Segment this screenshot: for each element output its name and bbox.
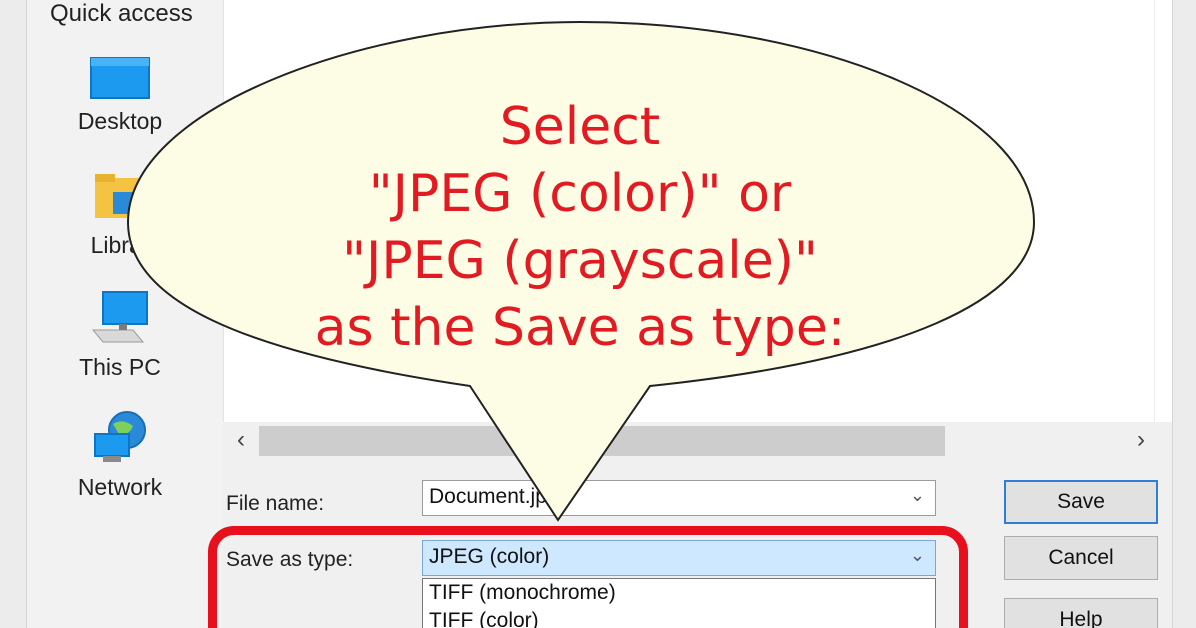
callout-line: "JPEG (grayscale)" — [342, 231, 818, 291]
save-dialog: Quick access Desktop Librar This PC Netw… — [0, 0, 1196, 628]
callout-line: "JPEG (color)" or — [368, 164, 792, 224]
callout-line: as the Save as type: — [314, 298, 846, 358]
callout-line: Select — [499, 97, 661, 157]
callout-text: Select "JPEG (color)" or "JPEG (grayscal… — [200, 94, 960, 362]
